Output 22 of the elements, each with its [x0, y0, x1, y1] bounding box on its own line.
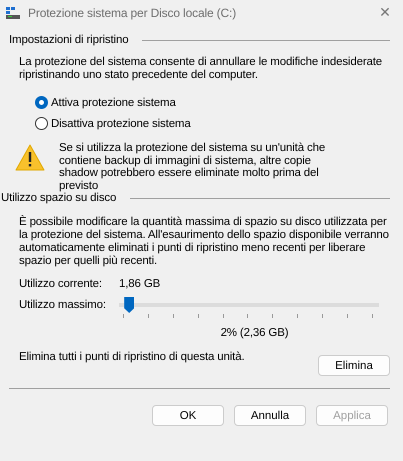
warning-text: Se si utilizza la protezione del sistema su un'unità che contiene backup di immagini di sistema, altre copie shadow potrebbero essere eliminate molto prima del previsto	[59, 142, 326, 192]
drive-icon	[6, 7, 20, 19]
max-usage-value: 2% (2,36 GB)	[220, 327, 288, 339]
group-heading: Utilizzo spazio su disco	[1, 192, 116, 204]
radio-button[interactable]	[35, 96, 48, 109]
current-usage-value: 1,86 GB	[119, 278, 160, 290]
radio-button[interactable]	[35, 117, 48, 130]
description-text: La protezione del sistema consente di annullare le modifiche indesiderate ripristinando uno stato precedente del computer.	[19, 56, 384, 82]
dialog-button[interactable]: Annulla	[234, 405, 306, 426]
dialog-button[interactable]: OK	[152, 405, 224, 426]
close-button[interactable]: ✕	[367, 0, 403, 26]
radio-option[interactable]: Disattiva protezione sistema	[35, 117, 390, 130]
warning-icon	[15, 144, 45, 171]
group-heading: Impostazioni di ripristino	[9, 34, 128, 46]
field-label: Utilizzo corrente:	[19, 278, 103, 290]
radio-option[interactable]: Attiva protezione sistema	[35, 96, 390, 109]
slider-thumb[interactable]	[124, 297, 134, 313]
field-label: Utilizzo massimo:	[19, 299, 107, 311]
description-text: È possibile modificare la quantità massima di spazio su disco utilizzata per la protezione del sistema. All'esaurimento dello spazio disponibile verranno automaticamente eliminati i punti di ripristino meno recenti per liberare spazio per quelli più recenti.	[19, 216, 390, 268]
delete-button[interactable]: Elimina	[318, 355, 390, 376]
window-title: Protezione sistema per Disco locale (C:)	[28, 6, 238, 20]
delete-hint-text: Elimina tutti i punti di ripristino di questa unità.	[19, 351, 245, 363]
